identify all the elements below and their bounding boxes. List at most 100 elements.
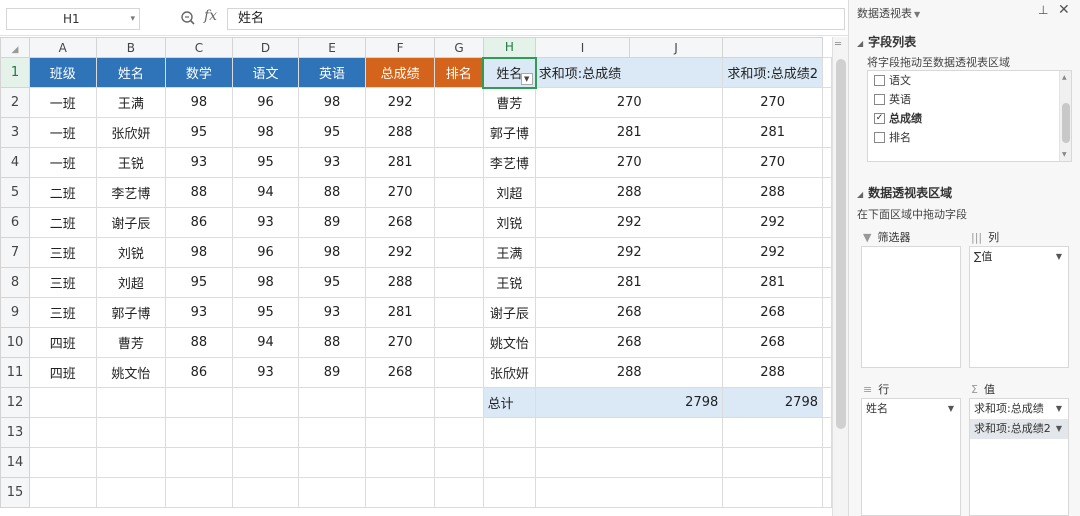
table-cell[interactable]: 93 bbox=[231, 357, 300, 388]
pivot-value-header-2[interactable]: 求和项:总成绩2 bbox=[722, 57, 823, 88]
column-header-e[interactable]: E bbox=[298, 37, 366, 58]
scroll-up-icon[interactable]: ▲ bbox=[1062, 74, 1067, 81]
pivot-row-label[interactable]: 郭子博 bbox=[482, 117, 537, 148]
table-cell[interactable] bbox=[434, 87, 484, 118]
table-cell[interactable]: 93 bbox=[165, 297, 233, 328]
table-cell[interactable]: 王锐 bbox=[95, 147, 167, 178]
table-cell[interactable]: 281 bbox=[364, 147, 436, 178]
table-cell[interactable]: 排名 bbox=[434, 57, 484, 88]
fx-icon[interactable]: fx bbox=[204, 8, 217, 24]
table-cell[interactable]: 98 bbox=[298, 87, 366, 118]
table-cell[interactable]: 二班 bbox=[28, 207, 97, 238]
filter-dropdown-icon[interactable]: ▼ bbox=[520, 72, 533, 85]
collapse-triangle-icon[interactable]: ◢ bbox=[857, 190, 863, 199]
chevron-down-icon[interactable]: ▼ bbox=[1056, 399, 1062, 419]
table-cell[interactable]: 张欣妍 bbox=[95, 117, 167, 148]
column-header-k[interactable] bbox=[722, 37, 823, 58]
pivot-value-cell[interactable]: 268 bbox=[722, 327, 823, 358]
table-cell[interactable] bbox=[434, 387, 484, 418]
table-cell[interactable]: 270 bbox=[364, 177, 436, 208]
table-cell[interactable] bbox=[95, 477, 167, 508]
pivot-value-cell[interactable]: 281 bbox=[722, 267, 823, 298]
table-cell[interactable]: 95 bbox=[231, 297, 300, 328]
table-cell[interactable] bbox=[822, 57, 832, 88]
pivot-grand-total-value[interactable]: 2798 bbox=[535, 387, 724, 418]
column-field-item[interactable]: ∑值 ▼ bbox=[970, 247, 1068, 267]
column-header-a[interactable]: A bbox=[28, 37, 97, 58]
pin-icon[interactable]: ⊥ bbox=[1038, 3, 1052, 17]
table-cell[interactable]: 95 bbox=[165, 267, 233, 298]
table-cell[interactable]: 刘锐 bbox=[95, 237, 167, 268]
table-cell[interactable] bbox=[231, 417, 300, 448]
table-cell[interactable]: 95 bbox=[298, 117, 366, 148]
pivot-row-label[interactable]: 谢子辰 bbox=[482, 297, 537, 328]
table-cell[interactable]: 三班 bbox=[28, 237, 97, 268]
table-cell[interactable]: 94 bbox=[231, 327, 300, 358]
chevron-down-icon[interactable]: ▼ bbox=[1056, 419, 1062, 439]
table-cell[interactable]: 四班 bbox=[28, 327, 97, 358]
table-cell[interactable]: 98 bbox=[231, 267, 300, 298]
pivot-value-cell[interactable]: 288 bbox=[535, 357, 724, 388]
table-cell[interactable] bbox=[482, 417, 537, 448]
checkbox[interactable] bbox=[874, 132, 885, 143]
table-cell[interactable]: 曹芳 bbox=[95, 327, 167, 358]
column-drop-area[interactable]: ∑值 ▼ bbox=[969, 246, 1069, 368]
pivot-value-cell[interactable]: 270 bbox=[535, 147, 724, 178]
table-cell[interactable]: 总成绩 bbox=[364, 57, 436, 88]
row-header[interactable]: 13 bbox=[0, 417, 30, 448]
row-header[interactable]: 8 bbox=[0, 267, 30, 298]
table-cell[interactable]: 88 bbox=[298, 327, 366, 358]
table-cell[interactable]: 88 bbox=[165, 177, 233, 208]
table-cell[interactable] bbox=[298, 447, 366, 478]
table-cell[interactable]: 语文 bbox=[231, 57, 300, 88]
table-cell[interactable]: 姓名 bbox=[95, 57, 167, 88]
table-cell[interactable]: 96 bbox=[231, 237, 300, 268]
pivot-row-label[interactable]: 曹芳 bbox=[482, 87, 537, 118]
row-header[interactable]: 2 bbox=[0, 87, 30, 118]
table-cell[interactable]: 89 bbox=[298, 207, 366, 238]
table-cell[interactable]: 270 bbox=[364, 327, 436, 358]
value-drop-area[interactable]: 求和项:总成绩 ▼ 求和项:总成绩2 ▼ bbox=[969, 398, 1069, 516]
field-list-heading[interactable]: ◢ 字段列表 bbox=[857, 33, 916, 50]
table-cell[interactable] bbox=[434, 477, 484, 508]
pivot-row-label[interactable]: 李艺博 bbox=[482, 147, 537, 178]
pivot-value-cell[interactable]: 292 bbox=[722, 237, 823, 268]
table-cell[interactable] bbox=[434, 267, 484, 298]
pivot-value-cell[interactable]: 270 bbox=[722, 147, 823, 178]
table-cell[interactable] bbox=[822, 447, 832, 478]
table-cell[interactable] bbox=[822, 327, 832, 358]
column-header-h[interactable]: H bbox=[482, 37, 537, 59]
table-cell[interactable]: 88 bbox=[298, 177, 366, 208]
zoom-icon[interactable] bbox=[180, 9, 196, 27]
pivot-value-cell[interactable]: 270 bbox=[535, 87, 724, 118]
field-list-scrollbar[interactable]: ▲ ▼ bbox=[1059, 71, 1071, 161]
table-cell[interactable] bbox=[298, 477, 366, 508]
table-cell[interactable] bbox=[95, 447, 167, 478]
checkbox-checked[interactable]: ✓ bbox=[874, 113, 885, 124]
row-header[interactable]: 1 bbox=[0, 57, 30, 88]
table-cell[interactable]: 二班 bbox=[28, 177, 97, 208]
table-cell[interactable] bbox=[822, 417, 832, 448]
table-cell[interactable] bbox=[364, 477, 436, 508]
formula-input[interactable]: 姓名 bbox=[227, 8, 845, 30]
table-cell[interactable] bbox=[434, 147, 484, 178]
pivot-row-label[interactable]: 姚文怡 bbox=[482, 327, 537, 358]
table-cell[interactable]: 98 bbox=[165, 87, 233, 118]
table-cell[interactable]: 86 bbox=[165, 207, 233, 238]
row-header[interactable]: 9 bbox=[0, 297, 30, 328]
table-cell[interactable] bbox=[434, 327, 484, 358]
table-cell[interactable]: 一班 bbox=[28, 117, 97, 148]
table-cell[interactable] bbox=[434, 117, 484, 148]
table-cell[interactable]: 刘超 bbox=[95, 267, 167, 298]
table-cell[interactable] bbox=[28, 447, 97, 478]
table-cell[interactable] bbox=[722, 447, 823, 478]
table-cell[interactable] bbox=[298, 387, 366, 418]
split-handle-icon[interactable]: ═ bbox=[835, 39, 841, 50]
table-cell[interactable]: 268 bbox=[364, 357, 436, 388]
select-all-corner[interactable]: ◢ bbox=[0, 37, 30, 58]
chevron-down-icon[interactable]: ▼ bbox=[1056, 247, 1062, 267]
row-header[interactable]: 3 bbox=[0, 117, 30, 148]
scrollbar-thumb[interactable] bbox=[836, 59, 846, 429]
table-cell[interactable] bbox=[165, 477, 233, 508]
pivot-value-cell[interactable]: 292 bbox=[535, 207, 724, 238]
